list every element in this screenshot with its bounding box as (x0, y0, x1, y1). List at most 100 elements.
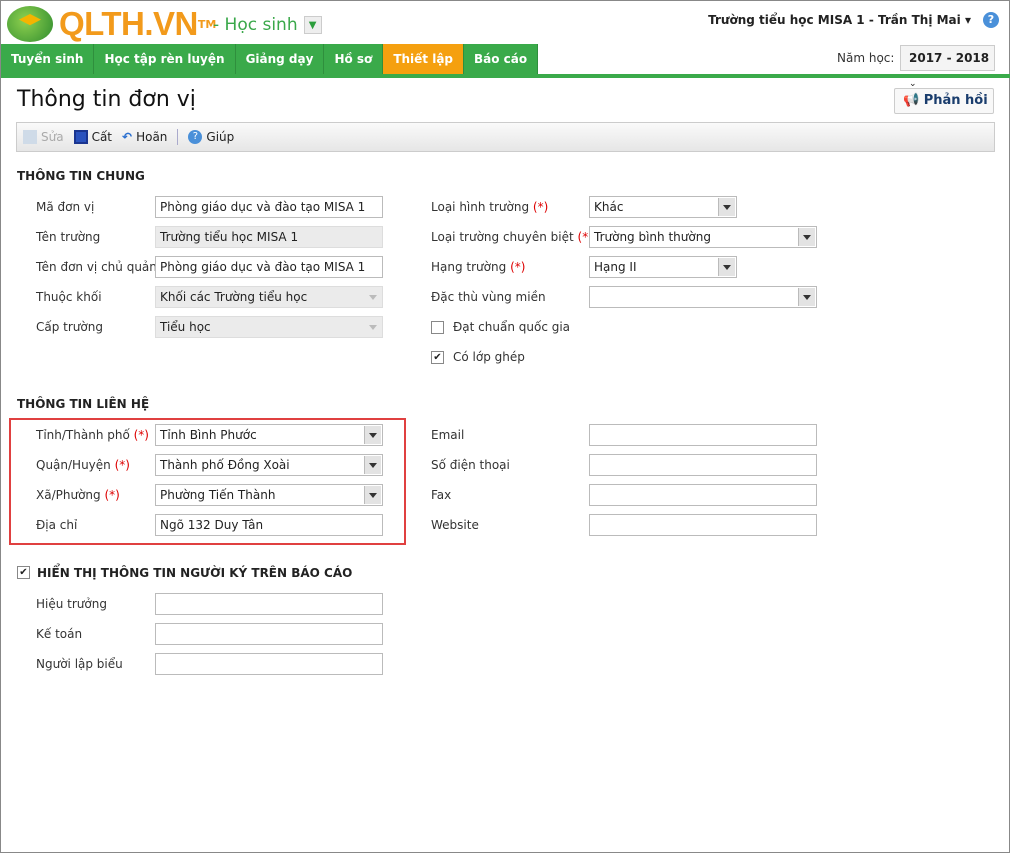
ke-toan-input[interactable] (155, 623, 383, 645)
loai-hinh-truong-select[interactable]: Khác (589, 196, 737, 218)
ke-toan-label: Kế toán (36, 627, 82, 641)
field-value: Phòng giáo dục và đào tạo MISA 1 (160, 200, 366, 214)
field-label-text: Đặc thù vùng miền (431, 290, 546, 304)
show-signer-checkbox[interactable]: ✔ (17, 566, 30, 579)
field-value: Khối các Trường tiểu học (160, 290, 308, 304)
dropdown-arrow-icon (803, 235, 811, 240)
user-name: Trường tiểu học MISA 1 - Trần Thị Mai (708, 13, 961, 27)
field-label-text: Xã/Phường (36, 488, 101, 502)
field-label-text: Website (431, 518, 479, 532)
tab-hoc-tap[interactable]: Học tập rèn luyện (94, 44, 236, 75)
checkbox-0[interactable] (431, 321, 444, 334)
field-label-text: Loại trường chuyên biệt (431, 230, 574, 244)
edit-label: Sửa (41, 130, 64, 144)
tab-ho-so[interactable]: Hồ sơ (324, 44, 384, 75)
fax-label: Fax (431, 488, 451, 502)
dropdown-arrow-icon (369, 493, 377, 498)
field-label-text: Hiệu trưởng (36, 597, 107, 611)
help-icon: ? (188, 130, 203, 144)
dropdown-arrow-icon (369, 325, 377, 330)
don-vi-chu-quan-input[interactable]: Phòng giáo dục và đào tạo MISA 1 (155, 256, 383, 278)
ten-truong-input: Trường tiểu học MISA 1 (155, 226, 383, 248)
field-value: Phường Tiến Thành (160, 488, 276, 502)
field-label-text: Tỉnh/Thành phố (36, 428, 130, 442)
help-label: Giúp (206, 130, 235, 144)
undo-button[interactable]: ↶ Hoãn (122, 130, 167, 144)
field-value: Trường tiểu học MISA 1 (160, 230, 299, 244)
toolbar: Sửa Cất ↶ Hoãn ? Giúp (16, 122, 995, 152)
tab-giang-day[interactable]: Giảng dạy (235, 44, 325, 75)
required-marker: (*) (510, 260, 526, 274)
field-value: Hạng II (594, 260, 637, 274)
field-value: Tiểu học (160, 320, 211, 334)
help-button[interactable]: ? Giúp (188, 130, 234, 144)
field-label-text: Loại hình trường (431, 200, 530, 214)
fax-input[interactable] (589, 484, 817, 506)
user-menu[interactable]: Trường tiểu học MISA 1 - Trần Thị Mai ▾ (708, 13, 971, 27)
loai-truong-chuyen-biet-select[interactable]: Trường bình thường (589, 226, 817, 248)
save-icon (73, 130, 88, 144)
dropdown-arrow-icon (369, 295, 377, 300)
dropdown-arrow-icon (369, 433, 377, 438)
help-icon[interactable]: ? (983, 12, 999, 28)
email-input[interactable] (589, 424, 817, 446)
field-value: Trường bình thường (594, 230, 711, 244)
ten-truong-label: Tên trường (36, 230, 100, 244)
megaphone-icon: 📢 (903, 93, 920, 108)
caret-down-icon: ▾ (964, 13, 971, 27)
field-label-text: Tên đơn vị chủ quản (36, 260, 157, 274)
dac-thu-vung-mien-label: Đặc thù vùng miền (431, 290, 546, 304)
website-label: Website (431, 518, 479, 532)
field-label-text: Số điện thoại (431, 458, 510, 472)
tab-bao-cao[interactable]: Báo cáo (464, 44, 539, 75)
toolbar-separator (177, 129, 179, 145)
checkbox-1[interactable]: ✔ (431, 351, 444, 364)
dropdown-arrow-icon (369, 463, 377, 468)
dropdown-arrow-icon (723, 265, 731, 270)
tab-thiet-lap[interactable]: Thiết lập (383, 44, 465, 75)
logo[interactable]: QLTH.VN TM (7, 5, 216, 43)
field-value: Phòng giáo dục và đào tạo MISA 1 (160, 260, 366, 274)
tab-tuyen-sinh[interactable]: Tuyển sinh (1, 44, 95, 75)
ma-don-vi-input[interactable]: Phòng giáo dục và đào tạo MISA 1 (155, 196, 383, 218)
feedback-button[interactable]: 📢 Phản hồi (894, 88, 994, 114)
field-value: Tỉnh Bình Phước (160, 428, 257, 442)
so-dien-thoai-input[interactable] (589, 454, 817, 476)
xa-phuong-select[interactable]: Phường Tiến Thành (155, 484, 383, 506)
year-value: 2017 - 2018 (909, 51, 990, 65)
website-input[interactable] (589, 514, 817, 536)
logo-icon (7, 6, 53, 42)
quan-huyen-select[interactable]: Thành phố Đồng Xoài (155, 454, 383, 476)
tinh-thanh-pho-select[interactable]: Tỉnh Bình Phước (155, 424, 383, 446)
role-selector[interactable]: - Học sinh ▼ (213, 15, 322, 35)
field-label-text: Người lập biểu (36, 657, 123, 671)
undo-icon: ↶ (122, 130, 133, 144)
year-select[interactable]: 2017 - 2018 ⌄ (900, 45, 995, 89)
checkbox-label: Đạt chuẩn quốc gia (453, 320, 571, 334)
dropdown-icon[interactable]: ▼ (303, 16, 322, 34)
undo-label: Hoãn (136, 130, 168, 144)
field-label-text: Thuộc khối (36, 290, 102, 304)
field-label-text: Email (431, 428, 465, 442)
required-marker: (*) (133, 428, 149, 442)
nguoi-lap-bieu-input[interactable] (155, 653, 383, 675)
loai-truong-chuyen-biet-label: Loại trường chuyên biệt (*) (431, 230, 593, 244)
dropdown-arrow-icon (723, 205, 731, 210)
nguoi-lap-bieu-label: Người lập biểu (36, 657, 123, 671)
year-label: Năm học: (837, 51, 895, 65)
save-label: Cất (91, 130, 113, 144)
field-value: Ngõ 132 Duy Tân (160, 518, 264, 532)
save-button[interactable]: Cất (73, 130, 113, 144)
main-nav: Tuyển sinh Học tập rèn luyện Giảng dạy H… (1, 44, 539, 75)
field-label-text: Địa chỉ (36, 518, 78, 532)
dia-chi-input[interactable]: Ngõ 132 Duy Tân (155, 514, 383, 536)
required-marker: (*) (114, 458, 130, 472)
ma-don-vi-label: Mã đơn vị (36, 200, 94, 214)
thuoc-khoi-label: Thuộc khối (36, 290, 102, 304)
hieu-truong-input[interactable] (155, 593, 383, 615)
section-signer-title: HIỂN THỊ THÔNG TIN NGƯỜI KÝ TRÊN BÁO CÁO (37, 566, 353, 580)
dac-thu-vung-mien-select[interactable] (589, 286, 817, 308)
hang-truong-select[interactable]: Hạng II (589, 256, 737, 278)
edit-button[interactable]: Sửa (23, 130, 64, 144)
feedback-label: Phản hồi (923, 93, 988, 108)
